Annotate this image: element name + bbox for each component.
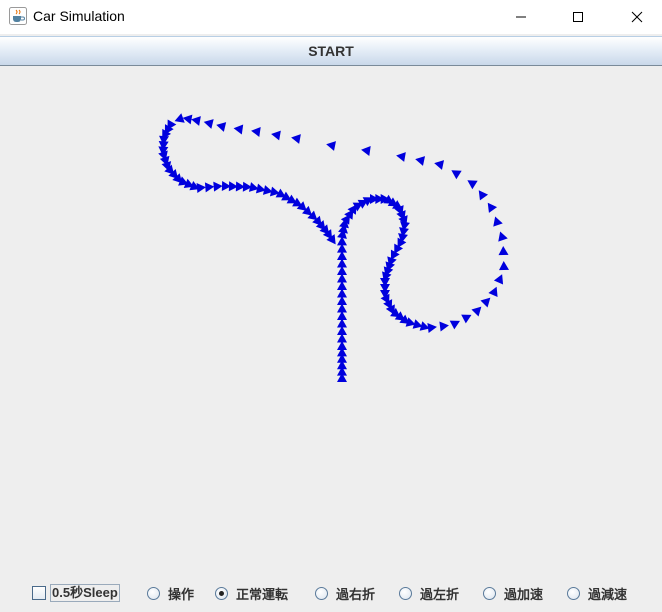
car-arrow-icon	[434, 160, 445, 170]
radio-circle[interactable]	[315, 586, 328, 600]
sleep-label: 0.5秒Sleep	[50, 584, 120, 602]
car-arrow-icon	[478, 190, 489, 201]
simulation-canvas	[158, 113, 509, 382]
car-arrow-icon	[493, 274, 504, 285]
radio-label: 過左折	[420, 587, 460, 603]
radio-over-left-turn[interactable]: 過左折	[399, 584, 460, 603]
car-arrow-icon	[451, 170, 462, 180]
car-arrow-icon	[203, 119, 214, 129]
java-cup-icon	[9, 7, 27, 25]
car-arrow-icon	[449, 320, 460, 330]
radio-circle[interactable]	[399, 586, 412, 600]
radio-over-acceleration[interactable]: 過加速	[483, 584, 544, 603]
car-arrow-icon	[213, 181, 223, 192]
car-arrow-icon	[498, 246, 509, 256]
radio-label: 過減速	[588, 587, 628, 603]
radio-circle[interactable]	[567, 586, 580, 600]
car-arrow-icon	[488, 286, 498, 298]
radio-over-right-turn[interactable]: 過右折	[315, 584, 376, 603]
car-arrow-icon	[493, 216, 503, 227]
radio-circle[interactable]	[147, 586, 160, 600]
checkbox-box[interactable]	[32, 586, 46, 600]
car-arrow-icon	[361, 146, 371, 156]
start-button[interactable]: START	[0, 36, 662, 66]
close-button[interactable]	[614, 0, 660, 34]
car-arrow-icon	[191, 116, 201, 126]
car-arrow-icon	[439, 321, 449, 332]
options-bar: 0.5秒Sleep 操作 正常運転 過右折 過左折 過加速 過減速	[0, 578, 662, 608]
window-title: Car Simulation	[33, 8, 125, 24]
radio-label: 操作	[168, 587, 195, 603]
car-arrow-icon	[271, 130, 281, 141]
car-arrow-icon	[233, 124, 244, 135]
car-arrow-icon	[182, 114, 193, 125]
car-arrow-icon	[291, 134, 301, 144]
car-arrow-icon	[251, 127, 261, 137]
car-arrow-icon	[461, 314, 472, 324]
radio-label: 過加速	[504, 587, 544, 603]
radio-circle[interactable]	[215, 586, 228, 600]
car-arrow-icon	[427, 323, 437, 333]
radio-operation[interactable]: 操作	[147, 584, 195, 603]
car-arrow-icon	[396, 152, 406, 162]
maximize-button[interactable]	[555, 0, 601, 34]
car-arrow-icon	[467, 180, 478, 190]
car-arrow-icon	[480, 297, 491, 308]
maximize-icon	[573, 12, 583, 22]
minimize-button[interactable]	[498, 0, 544, 34]
close-icon	[631, 11, 643, 23]
car-arrow-icon	[498, 231, 508, 242]
sleep-checkbox[interactable]: 0.5秒Sleep	[32, 584, 120, 602]
car-arrow-icon	[471, 306, 482, 317]
car-arrow-icon	[326, 141, 336, 151]
minimize-icon	[516, 16, 526, 18]
car-arrow-icon	[196, 183, 206, 193]
radio-normal-driving[interactable]: 正常運転	[215, 584, 289, 603]
title-bar: Car Simulation	[0, 0, 662, 34]
car-arrow-icon	[415, 156, 426, 166]
radio-label: 過右折	[336, 587, 376, 603]
car-arrow-icon	[487, 202, 498, 213]
car-arrow-icon	[499, 261, 509, 271]
radio-circle[interactable]	[483, 586, 496, 600]
car-arrow-icon	[216, 122, 227, 132]
radio-over-deceleration[interactable]: 過減速	[567, 584, 628, 603]
radio-label: 正常運転	[236, 587, 289, 603]
car-arrow-icon	[204, 182, 215, 193]
